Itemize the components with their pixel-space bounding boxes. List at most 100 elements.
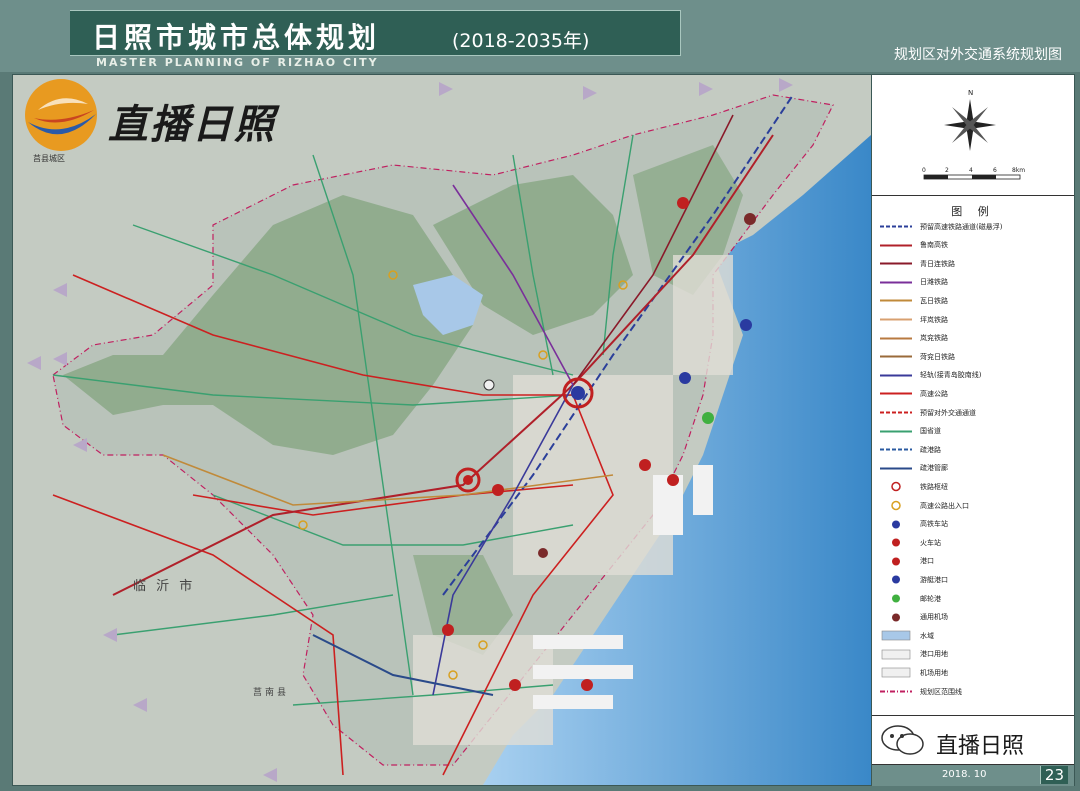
legend-item-label: 港口 — [920, 557, 934, 566]
legend-item-label: 疏港管廊 — [920, 464, 948, 473]
legend-swatch — [878, 537, 914, 548]
wechat-watermark: 直播日照 — [878, 722, 1063, 760]
scale-label-2: 2 — [945, 167, 949, 174]
legend-item-label: 疏港路 — [920, 445, 941, 454]
legend-item-label: 日潍铁路 — [920, 278, 948, 287]
map-canvas[interactable]: 临 沂 市 莒南县 莒县城区 — [12, 74, 872, 786]
legend-item-label: 邮轮港 — [920, 594, 941, 603]
legend-item-label: 港口用地 — [920, 650, 948, 659]
legend-item: 坪岚铁路 — [878, 314, 948, 325]
legend-item-label: 预留对外交通通道 — [920, 408, 976, 417]
legend-swatch — [878, 351, 914, 362]
scale-label-4: 4 — [969, 167, 973, 174]
legend-item: 通用机场 — [878, 612, 948, 623]
legend-swatch — [878, 593, 914, 604]
legend-item: 疏港管廊 — [878, 463, 948, 474]
watermark-text: 直播日照 — [108, 101, 276, 148]
legend-item-label: 高速公路 — [920, 389, 948, 398]
legend-item-label: 铁路枢纽 — [920, 482, 948, 491]
legend-item-label: 坪岚铁路 — [920, 315, 948, 324]
legend-swatch — [878, 407, 914, 418]
compass-north-label: N — [968, 89, 973, 97]
legend-item: 邮轮港 — [878, 593, 941, 604]
wechat-watermark-text: 直播日照 — [936, 734, 1025, 759]
legend-swatch — [878, 221, 914, 232]
legend-item: 高速公路出入口 — [878, 500, 969, 511]
legend-item-label: 鲁南高铁 — [920, 241, 948, 250]
legend-item-label: 水域 — [920, 631, 934, 640]
legend-panel: N 0 2 4 6 8km 图 例 预留高速铁路通道(磁悬浮) 鲁南高铁青日连铁路… — [871, 74, 1075, 786]
airport-land-marker[interactable] — [483, 379, 495, 391]
urban-north — [673, 255, 733, 375]
legend-swatch — [878, 556, 914, 567]
scale-label-8km: 8km — [1012, 167, 1025, 174]
legend-swatch — [878, 574, 914, 585]
legend-item-label: 轻轨(接青岛胶南线) — [920, 371, 982, 380]
port-marker-2[interactable] — [667, 474, 679, 486]
legend-item: 青日连铁路 — [878, 258, 955, 269]
map-title: 规划区对外交通系统规划图 — [894, 47, 1062, 63]
wechat-icon — [881, 725, 924, 755]
legend-swatch — [878, 444, 914, 455]
scale-label-6: 6 — [993, 167, 997, 174]
legend-item-label: 青日连铁路 — [920, 259, 955, 268]
legend-item-label: 机场用地 — [920, 668, 948, 677]
map-svg — [13, 75, 871, 785]
legend-swatch — [878, 686, 914, 697]
legend-swatch — [878, 649, 914, 660]
legend-item: 水域 — [878, 630, 934, 641]
legend-swatch — [878, 314, 914, 325]
legend-item-label: 国省道 — [920, 427, 941, 436]
cruise-port-marker[interactable] — [702, 412, 714, 424]
legend-item: 预留对外交通通道 — [878, 407, 976, 418]
page-number: 23 — [1039, 766, 1068, 784]
legend-item: 机场用地 — [878, 667, 948, 678]
legend-item: 预留高速铁路通道(磁悬浮) — [878, 221, 1002, 232]
port-marker[interactable] — [639, 459, 651, 471]
airport-marker-south[interactable] — [538, 548, 548, 558]
english-subtitle: MASTER PLANNING OF RIZHAO CITY — [96, 56, 379, 69]
legend-swatch — [878, 612, 914, 623]
legend-item: 鲁南高铁 — [878, 240, 948, 251]
legend-swatch — [878, 295, 914, 306]
legend-swatch — [878, 388, 914, 399]
train-station-south-marker[interactable] — [442, 624, 454, 636]
urban-central — [513, 375, 673, 575]
legend-swatch — [878, 667, 914, 678]
footer-date: 2018. 10 — [942, 769, 987, 780]
train-station-marker[interactable] — [463, 475, 473, 485]
legend-item: 高速公路 — [878, 388, 948, 399]
legend-swatch — [878, 258, 914, 269]
legend-item-label: 规划区范围线 — [920, 687, 962, 696]
map-label-linyi: 临 沂 市 — [133, 579, 196, 594]
legend-item-label: 菏兖日铁路 — [920, 352, 955, 361]
legend-swatch — [878, 277, 914, 288]
port-marker-south[interactable] — [581, 679, 593, 691]
train-station-lanshan-marker[interactable] — [509, 679, 521, 691]
legend-title: 图 例 — [951, 205, 995, 218]
legend-item-label: 火车站 — [920, 538, 941, 547]
legend-swatch — [878, 500, 914, 511]
hsr-station-east-marker[interactable] — [679, 372, 691, 384]
legend-swatch — [878, 240, 914, 251]
legend-item-label: 岚兖铁路 — [920, 334, 948, 343]
legend-item: 火车站 — [878, 537, 941, 548]
hsr-station-marker[interactable] — [571, 386, 585, 400]
yacht-port-marker[interactable] — [740, 319, 752, 331]
legend-swatch — [878, 463, 914, 474]
legend-item: 国省道 — [878, 426, 941, 437]
train-station-marker-2[interactable] — [492, 484, 504, 496]
legend-item: 菏兖日铁路 — [878, 351, 955, 362]
map-label-junan: 莒南县 — [253, 688, 290, 698]
legend-item: 高铁车站 — [878, 519, 948, 530]
airport-marker[interactable] — [744, 213, 756, 225]
legend-item-label: 高铁车站 — [920, 520, 948, 529]
legend-swatch — [878, 333, 914, 344]
compass-panel: N 0 2 4 6 8km — [872, 75, 1074, 196]
legend-item-label: 游艇港口 — [920, 575, 948, 584]
legend-swatch — [878, 630, 914, 641]
page-title: 日照市城市总体规划 — [92, 21, 381, 54]
train-station-north-marker[interactable] — [677, 197, 689, 209]
legend-item: 游艇港口 — [878, 574, 948, 585]
legend-item: 岚兖铁路 — [878, 333, 948, 344]
